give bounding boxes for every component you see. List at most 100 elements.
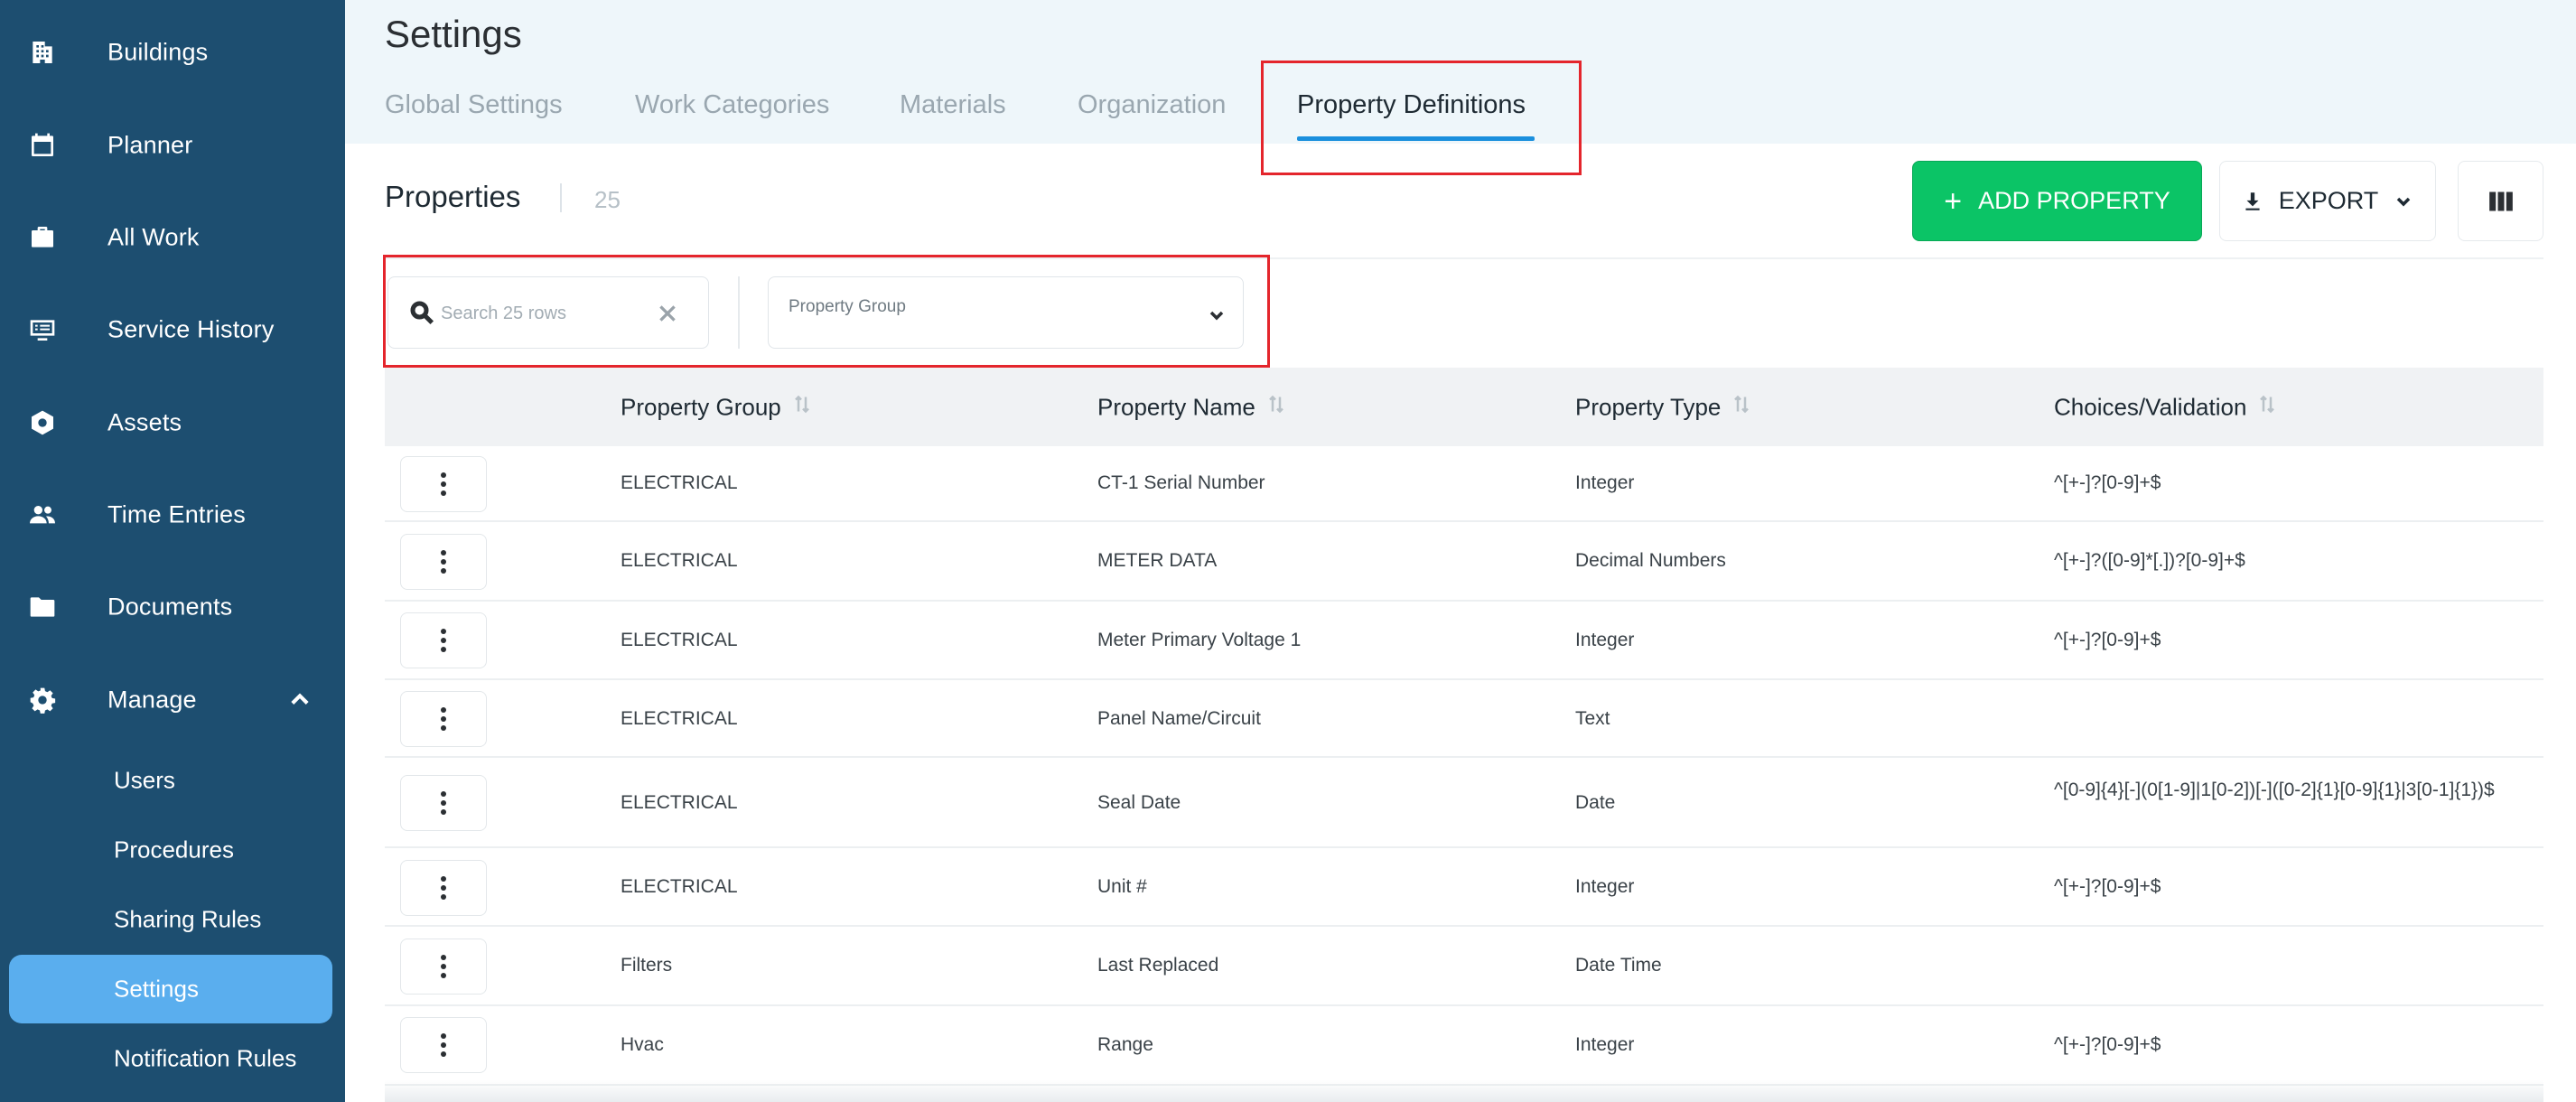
cell-property-name: Panel Name/Circuit: [1097, 708, 1261, 729]
add-property-button[interactable]: + ADD PROPERTY: [1912, 161, 2202, 241]
gear-icon: [27, 685, 58, 715]
cell-property-name: Meter Primary Voltage 1: [1097, 630, 1302, 650]
sidebar-subitem-settings[interactable]: Settings: [9, 955, 332, 1023]
sidebar-item-manage[interactable]: Manage: [0, 668, 345, 732]
folder-icon: [27, 592, 58, 622]
column-header-choices-validation[interactable]: Choices/Validation: [2054, 393, 2277, 421]
columns-button[interactable]: [2458, 161, 2543, 241]
cell-property-name: METER DATA: [1097, 550, 1218, 571]
sidebar-subitem-procedures[interactable]: Procedures: [9, 816, 332, 884]
table-header: Property Group Property Name Property Ty…: [385, 368, 2543, 446]
sidebar-subitem-label: Sharing Rules: [114, 905, 262, 933]
building-icon: [27, 37, 58, 68]
tab-work-categories[interactable]: Work Categories: [635, 90, 829, 120]
sidebar-subitem-label: Users: [114, 766, 175, 794]
cell-choices-validation: ^[+-]?[0-9]+$: [2054, 630, 2161, 650]
property-group-select-label: Property Group: [789, 297, 906, 316]
tab-global-settings[interactable]: Global Settings: [385, 90, 563, 120]
row-menu-button[interactable]: [400, 1017, 487, 1073]
table-row: Hvac Range Integer ^[+-]?[0-9]+$: [385, 1006, 2543, 1086]
cell-property-group: Hvac: [621, 1034, 664, 1055]
scroll-fade: [385, 1080, 2543, 1102]
column-header-property-type[interactable]: Property Type: [1575, 393, 1751, 421]
cell-property-type: Integer: [1575, 472, 1635, 493]
table-row: ELECTRICAL CT-1 Serial Number Integer ^[…: [385, 446, 2543, 522]
sidebar-item-label: Documents: [107, 593, 233, 621]
sidebar-item-service-history[interactable]: Service History: [0, 298, 345, 361]
sidebar-item-time-entries[interactable]: Time Entries: [0, 483, 345, 546]
chevron-up-icon[interactable]: [287, 687, 313, 713]
sidebar-item-assets[interactable]: Assets: [0, 391, 345, 454]
cell-property-group: ELECTRICAL: [621, 792, 738, 813]
row-menu-button[interactable]: [400, 534, 487, 590]
cell-choices-validation: ^[0-9]{4}[-](0[1-9]|1[0-2])[-]([0-2]{1}[…: [2054, 780, 2495, 800]
cell-property-name: Last Replaced: [1097, 955, 1219, 976]
row-menu-button[interactable]: [400, 612, 487, 668]
row-menu-button[interactable]: [400, 775, 487, 831]
cell-property-type: Date: [1575, 792, 1616, 813]
cell-choices-validation: ^[+-]?[0-9]+$: [2054, 876, 2161, 897]
column-header-property-group[interactable]: Property Group: [621, 393, 812, 421]
cell-property-group: ELECTRICAL: [621, 550, 738, 571]
export-button[interactable]: EXPORT: [2219, 161, 2436, 241]
tab-organization[interactable]: Organization: [1078, 90, 1226, 120]
more-vertical-icon: [441, 550, 446, 574]
download-icon: [2245, 191, 2260, 210]
active-tab-indicator: [1297, 136, 1535, 141]
sort-icon: [2257, 393, 2277, 421]
more-vertical-icon: [441, 1033, 446, 1057]
chevron-down-icon: [1206, 304, 1227, 326]
row-menu-button[interactable]: [400, 939, 487, 995]
toolbar-divider: [385, 257, 2543, 259]
cell-property-name: Range: [1097, 1034, 1153, 1055]
sidebar-item-label: All Work: [107, 223, 200, 251]
sidebar-item-all-work[interactable]: All Work: [0, 206, 345, 269]
sidebar-item-label: Service History: [107, 315, 275, 343]
column-header-label: Property Group: [621, 393, 781, 420]
more-vertical-icon: [441, 707, 446, 731]
row-menu-button[interactable]: [400, 456, 487, 512]
cell-property-type: Date Time: [1575, 955, 1662, 976]
sidebar-item-documents[interactable]: Documents: [0, 575, 345, 639]
sidebar-item-buildings[interactable]: Buildings: [0, 21, 345, 84]
sidebar-subitem-sharing-rules[interactable]: Sharing Rules: [9, 885, 332, 954]
table-row: ELECTRICAL Meter Primary Voltage 1 Integ…: [385, 602, 2543, 680]
tab-materials[interactable]: Materials: [900, 90, 1006, 120]
settings-header: Settings: [345, 0, 2576, 144]
column-header-property-name[interactable]: Property Name: [1097, 393, 1286, 421]
page-title: Settings: [385, 13, 522, 55]
tab-property-definitions[interactable]: Property Definitions: [1297, 90, 1526, 120]
row-menu-button[interactable]: [400, 691, 487, 747]
more-vertical-icon: [441, 955, 446, 978]
sidebar-subitem-notification-rules[interactable]: Notification Rules: [9, 1024, 332, 1093]
table-row: ELECTRICAL METER DATA Decimal Numbers ^[…: [385, 522, 2543, 602]
row-menu-button[interactable]: [400, 860, 487, 916]
sort-icon: [1266, 393, 1286, 421]
column-header-label: Choices/Validation: [2054, 393, 2247, 420]
sidebar-item-label: Assets: [107, 408, 182, 436]
cell-property-type: Integer: [1575, 876, 1635, 897]
search-input[interactable]: [441, 295, 649, 332]
sidebar-subitem-users[interactable]: Users: [9, 746, 332, 815]
cell-choices-validation: ^[+-]?[0-9]+$: [2054, 472, 2161, 493]
more-vertical-icon: [441, 876, 446, 900]
cell-property-name: Seal Date: [1097, 792, 1181, 813]
property-group-select[interactable]: Property Group: [768, 276, 1244, 349]
sidebar-item-label: Planner: [107, 131, 193, 159]
search-box: [387, 276, 709, 349]
people-icon: [27, 500, 58, 530]
cell-property-type: Decimal Numbers: [1575, 550, 1726, 571]
sidebar-item-planner[interactable]: Planner: [0, 114, 345, 177]
cell-property-name: Unit #: [1097, 876, 1147, 897]
filter-divider: [738, 276, 740, 349]
cell-choices-validation: ^[+-]?([0-9]*[.])?[0-9]+$: [2054, 550, 2245, 571]
sidebar-item-label: Time Entries: [107, 500, 246, 528]
list-icon: [27, 314, 58, 345]
properties-count: 25: [594, 186, 621, 213]
column-header-label: Property Type: [1575, 393, 1722, 420]
clear-search-icon[interactable]: [656, 302, 679, 325]
sidebar-subitem-label: Settings: [114, 975, 199, 1003]
more-vertical-icon: [441, 791, 446, 815]
title-divider: [560, 183, 562, 212]
add-property-label: ADD PROPERTY: [1978, 187, 2170, 214]
